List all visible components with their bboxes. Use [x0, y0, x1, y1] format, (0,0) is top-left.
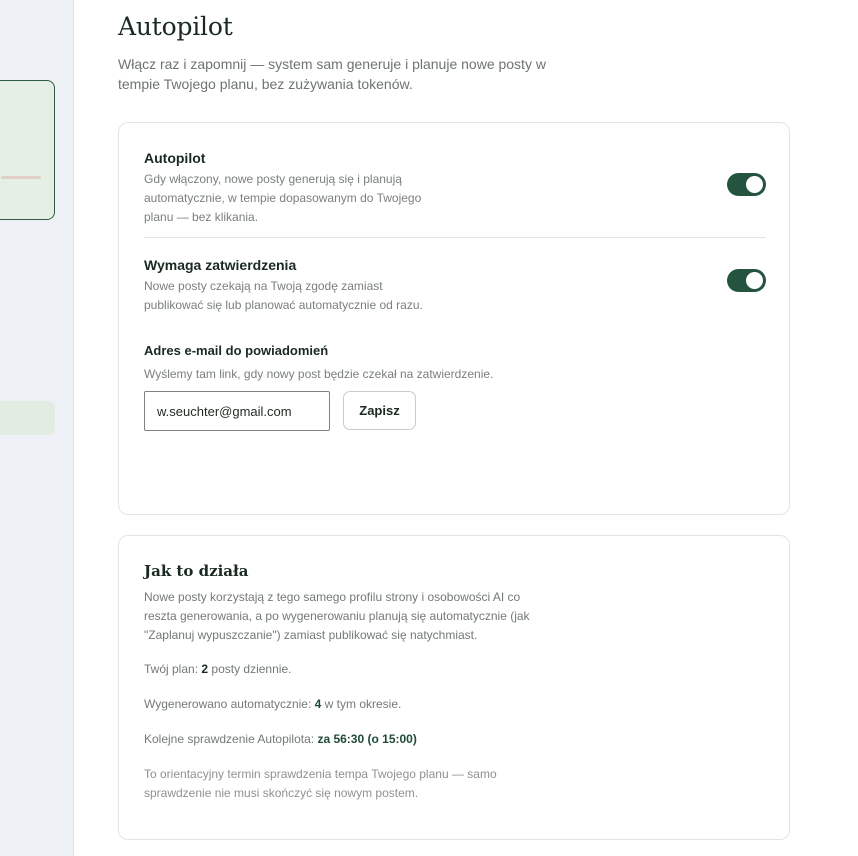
- toggle-knob: [746, 272, 763, 289]
- generated-prefix: Wygenerowano automatycznie:: [144, 697, 315, 711]
- approval-toggle[interactable]: [727, 269, 766, 292]
- autopilot-title: Autopilot: [144, 150, 206, 166]
- approval-setting: Wymaga zatwierdzenia Nowe posty czekają …: [144, 256, 766, 315]
- email-field[interactable]: [144, 391, 330, 431]
- info-note: To orientacyjny termin sprawdzenia tempa…: [144, 767, 497, 800]
- save-button[interactable]: Zapisz: [343, 391, 416, 430]
- sidebar: [0, 0, 74, 856]
- plan-info: Twój plan: 2 posty dziennie.: [144, 662, 291, 676]
- approval-title: Wymaga zatwierdzenia: [144, 257, 297, 273]
- next-check-info: Kolejne sprawdzenie Autopilota: za 56:30…: [144, 732, 417, 746]
- info-description: Nowe posty korzystają z tego samego prof…: [144, 590, 530, 642]
- divider: [144, 237, 766, 238]
- settings-card: Autopilot Gdy włączony, nowe posty gener…: [118, 122, 790, 515]
- page-title: Autopilot: [118, 12, 233, 41]
- sidebar-item[interactable]: [0, 401, 55, 435]
- plan-suffix: posty dziennie.: [208, 662, 292, 676]
- info-title: Jak to działa: [144, 562, 249, 580]
- autopilot-description: Gdy włączony, nowe posty generują się i …: [144, 172, 422, 224]
- autopilot-toggle[interactable]: [727, 173, 766, 196]
- plan-prefix: Twój plan:: [144, 662, 202, 676]
- autopilot-setting: Autopilot Gdy włączony, nowe posty gener…: [144, 149, 766, 237]
- page-description: Włącz raz i zapomnij — system sam generu…: [118, 56, 546, 92]
- email-label: Adres e-mail do powiadomień: [144, 343, 329, 358]
- email-help-text: Wyślemy tam link, gdy nowy post będzie c…: [144, 367, 494, 381]
- sidebar-active-card[interactable]: [0, 80, 55, 220]
- generated-info: Wygenerowano automatycznie: 4 w tym okre…: [144, 697, 401, 711]
- sidebar-card-progress: [1, 176, 41, 179]
- toggle-knob: [746, 176, 763, 193]
- approval-description: Nowe posty czekają na Twoją zgodę zamias…: [144, 279, 423, 312]
- next-check-prefix: Kolejne sprawdzenie Autopilota:: [144, 732, 318, 746]
- generated-suffix: w tym okresie.: [321, 697, 402, 711]
- info-card: Jak to działa Nowe posty korzystają z te…: [118, 535, 790, 840]
- next-check-countdown: za 56:30 (o 15:00): [317, 732, 417, 746]
